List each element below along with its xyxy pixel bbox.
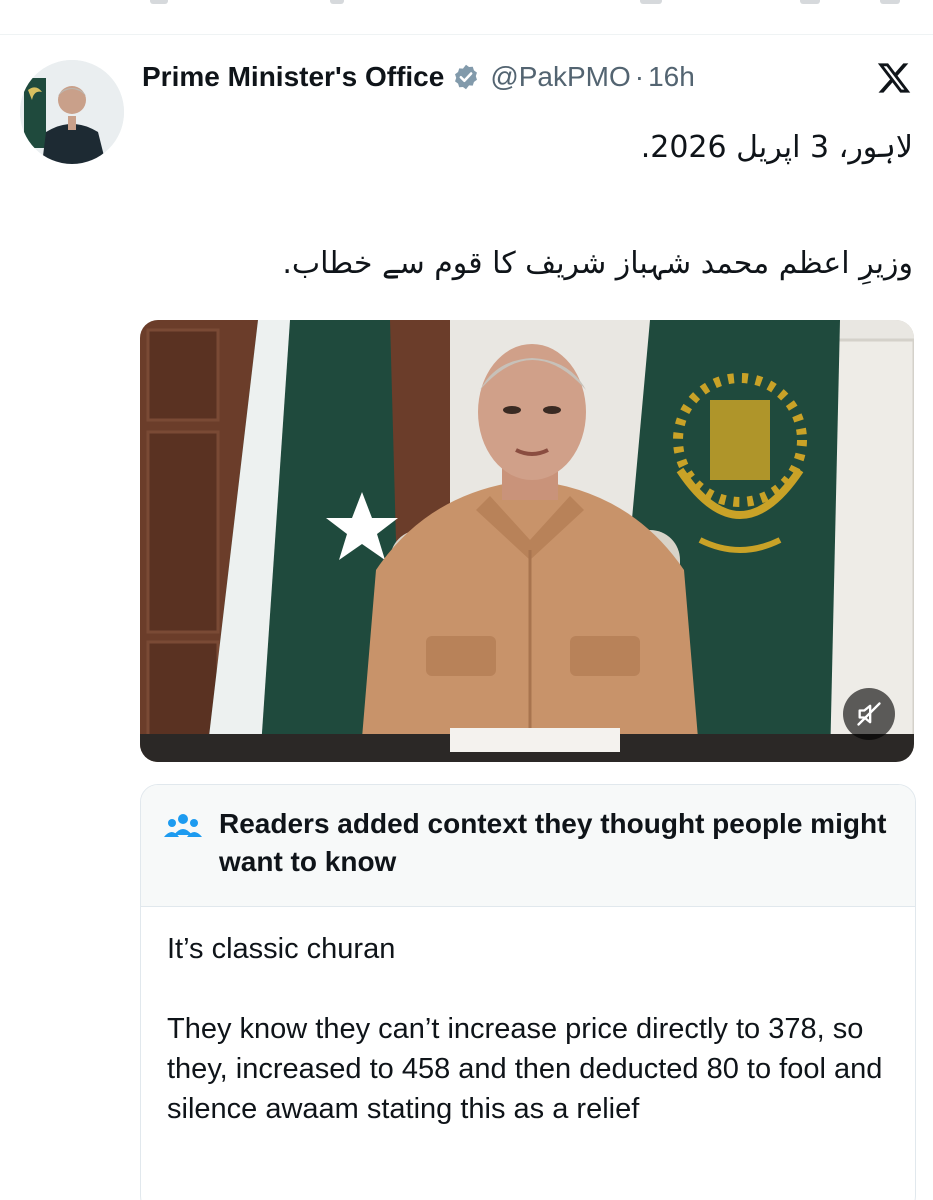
community-note: Readers added context they thought peopl…: [140, 784, 916, 1200]
author-handle[interactable]: @PakPMO: [490, 61, 630, 93]
tweet-timestamp[interactable]: 16h: [648, 61, 695, 93]
volume-muted-icon[interactable]: [843, 688, 895, 740]
readers-group-icon: [164, 814, 202, 837]
community-note-paragraph: They know they can’t increase price dire…: [167, 1013, 883, 1125]
tweet-header: Prime Minister's Office @PakPMO · 16h: [142, 56, 695, 98]
x-logo-icon[interactable]: [876, 60, 912, 96]
tweet-divider: [0, 34, 933, 35]
tweet-text-line: لاہور، 3 اپریل 2026.: [640, 130, 913, 165]
tweet-text-line: وزیرِ اعظم محمد شہباز شریف کا قوم سے خطا…: [282, 246, 913, 281]
community-note-body: It’s classic churan They know they can’t…: [141, 907, 915, 1129]
community-note-header[interactable]: Readers added context they thought peopl…: [141, 785, 915, 907]
community-note-paragraph: It’s classic churan: [167, 933, 396, 965]
community-note-heading: Readers added context they thought peopl…: [219, 808, 887, 877]
profile-avatar[interactable]: [20, 60, 124, 164]
verified-badge-icon: [452, 63, 480, 91]
previous-tweet-actions-cutoff: [0, 0, 933, 14]
tweet-video[interactable]: [140, 320, 914, 762]
avatar-image: [20, 60, 124, 164]
author-display-name[interactable]: Prime Minister's Office: [142, 61, 444, 93]
video-frame: [140, 320, 914, 762]
header-separator: ·: [634, 61, 645, 92]
